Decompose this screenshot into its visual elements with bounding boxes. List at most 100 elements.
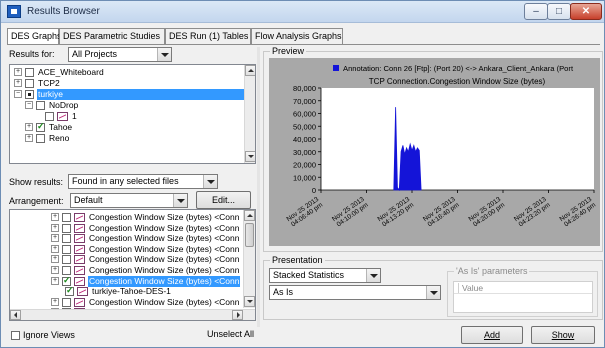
expand-icon[interactable]: +: [51, 266, 59, 274]
statistics-hscrollbar[interactable]: [10, 309, 255, 320]
show-results-dropdown[interactable]: Found in any selected files: [68, 174, 218, 189]
results-for-dropdown[interactable]: All Projects: [68, 47, 172, 62]
expand-icon[interactable]: +: [51, 297, 59, 306]
chevron-down-icon: [426, 286, 440, 299]
tree-item-label: turkiye: [37, 89, 244, 100]
show-results-label: Show results:: [9, 177, 64, 187]
statistic-item[interactable]: + Congestion Window Size (bytes) <Conn: [51, 223, 241, 234]
x-tick-label: Nov 25 201304:20:00 pm: [467, 196, 506, 229]
statistic-item[interactable]: + Congestion Window Size (bytes) <Conn: [51, 275, 241, 287]
graph-icon: [74, 244, 85, 254]
statistic-checkbox[interactable]: [62, 244, 71, 254]
pane-splitter[interactable]: [257, 47, 260, 327]
expand-icon[interactable]: +: [14, 68, 22, 76]
maximize-button[interactable]: □: [547, 3, 571, 20]
statistic-item[interactable]: + Congestion Window Size (bytes) <Conn: [51, 297, 241, 308]
tree-item-label: 1: [72, 111, 77, 121]
tree-checkbox[interactable]: [36, 121, 45, 132]
scroll-thumb[interactable]: [245, 223, 254, 247]
y-tick-label: 40,000: [293, 135, 316, 144]
statistic-label: Congestion Window Size (bytes) <Conn: [89, 265, 240, 275]
tab-flow-analysis-graphs[interactable]: Flow Analysis Graphs: [251, 28, 343, 44]
tree-checkbox[interactable]: [36, 101, 45, 110]
statistic-item[interactable]: turkiye-Tahoe-DES-1: [65, 285, 241, 297]
tab-des-parametric-studies[interactable]: DES Parametric Studies: [59, 28, 165, 44]
tree-item-tahoe[interactable]: + Tahoe: [25, 121, 225, 133]
plot-area: [321, 88, 594, 190]
statistic-checkbox[interactable]: [62, 297, 71, 307]
statistic-label: Congestion Window Size (bytes) <Conn: [88, 275, 241, 287]
expand-icon[interactable]: +: [14, 79, 22, 87]
expand-icon[interactable]: +: [25, 123, 33, 131]
graph-icon: [74, 266, 85, 275]
project-tree[interactable]: + ACE_Whiteboard + TCP2 − turkiye − NoDr…: [9, 64, 256, 164]
statistic-item[interactable]: + Congestion Window Size (bytes) <Conn: [51, 254, 241, 265]
statistic-item[interactable]: + Congestion Window Size (bytes) <Conn: [51, 233, 241, 244]
expand-icon[interactable]: +: [51, 276, 59, 285]
tab-des-run-tables[interactable]: DES Run (1) Tables: [165, 28, 251, 44]
y-tick-label: 50,000: [293, 122, 316, 131]
tree-item-label: Reno: [49, 133, 70, 143]
collapse-icon[interactable]: −: [14, 90, 22, 98]
ignore-views-checkbox[interactable]: [11, 331, 20, 340]
collapse-icon[interactable]: −: [25, 101, 33, 109]
tree-item-reno[interactable]: + Reno: [25, 133, 225, 144]
tree-item-ace-whiteboard[interactable]: + ACE_Whiteboard: [14, 67, 234, 78]
statistic-checkbox[interactable]: [62, 234, 71, 244]
scroll-right-icon[interactable]: [232, 310, 243, 320]
statistic-checkbox[interactable]: [62, 223, 71, 233]
x-tick-label: Nov 25 201304:16:40 pm: [422, 196, 461, 229]
arrangement-dropdown[interactable]: Default: [70, 193, 188, 208]
filter-dropdown[interactable]: As Is: [269, 285, 441, 300]
statistic-item[interactable]: + Congestion Window Size (bytes) <Conn: [51, 265, 241, 276]
window-title: Results Browser: [27, 6, 100, 17]
y-tick-label: 10,000: [293, 173, 316, 182]
scroll-down-icon[interactable]: [245, 151, 255, 162]
tree-checkbox[interactable]: [45, 112, 54, 121]
scroll-left-icon[interactable]: [10, 310, 21, 320]
project-tree-scrollbar[interactable]: [244, 65, 255, 163]
add-button[interactable]: Add: [461, 326, 523, 344]
tree-checkbox[interactable]: [25, 90, 34, 99]
tree-checkbox[interactable]: [25, 79, 34, 88]
minimize-button[interactable]: –: [524, 3, 548, 20]
statistic-label: Congestion Window Size (bytes) <Conn: [89, 254, 240, 265]
tree-item-tcp2[interactable]: + TCP2: [14, 78, 234, 89]
scroll-up-icon[interactable]: [244, 210, 255, 221]
tree-checkbox[interactable]: [36, 134, 45, 143]
parameters-table[interactable]: Value: [453, 281, 593, 313]
expand-icon[interactable]: +: [51, 255, 59, 264]
y-tick-label: 20,000: [293, 161, 316, 170]
expand-icon[interactable]: +: [25, 134, 33, 142]
edit-arrangement-button[interactable]: Edit...: [196, 191, 251, 209]
expand-icon[interactable]: +: [51, 213, 59, 221]
graph-icon: [74, 234, 85, 244]
expand-icon[interactable]: +: [51, 244, 59, 253]
tree-item-label: ACE_Whiteboard: [38, 67, 104, 77]
y-tick-label: 0: [312, 186, 316, 195]
unselect-all-button[interactable]: Unselect All: [194, 326, 254, 344]
title-bar[interactable]: Results Browser – □ ✕: [1, 1, 604, 23]
statistic-checkbox[interactable]: [65, 285, 74, 297]
statistic-item[interactable]: + Congestion Window Size (bytes) <Conn: [51, 212, 241, 223]
scroll-up-icon[interactable]: [245, 65, 255, 76]
tree-item-nodrop[interactable]: − NoDrop: [25, 100, 225, 111]
tree-item-turkiye[interactable]: − turkiye: [14, 89, 244, 100]
scroll-down-icon[interactable]: [244, 296, 255, 307]
close-button[interactable]: ✕: [570, 3, 602, 20]
expand-icon[interactable]: +: [51, 234, 59, 243]
arrangement-value: Default: [74, 195, 103, 205]
statistic-checkbox[interactable]: [62, 255, 71, 265]
tree-item-label: Tahoe: [49, 122, 73, 132]
ignore-views-label: Ignore Views: [23, 330, 75, 340]
show-button[interactable]: Show: [531, 326, 595, 344]
tab-des-graphs[interactable]: DES Graphs: [7, 28, 62, 45]
tree-checkbox[interactable]: [25, 68, 34, 77]
expand-icon[interactable]: +: [51, 223, 59, 232]
x-tick-label: Nov 25 201304:23:20 pm: [513, 196, 552, 229]
statistic-item[interactable]: + Congestion Window Size (bytes) <Conn: [51, 244, 241, 255]
statistic-checkbox[interactable]: [62, 213, 71, 222]
tree-item-run-1[interactable]: 1: [45, 111, 145, 122]
presentation-mode-dropdown[interactable]: Stacked Statistics: [269, 268, 381, 283]
statistics-vscrollbar[interactable]: [243, 210, 255, 308]
